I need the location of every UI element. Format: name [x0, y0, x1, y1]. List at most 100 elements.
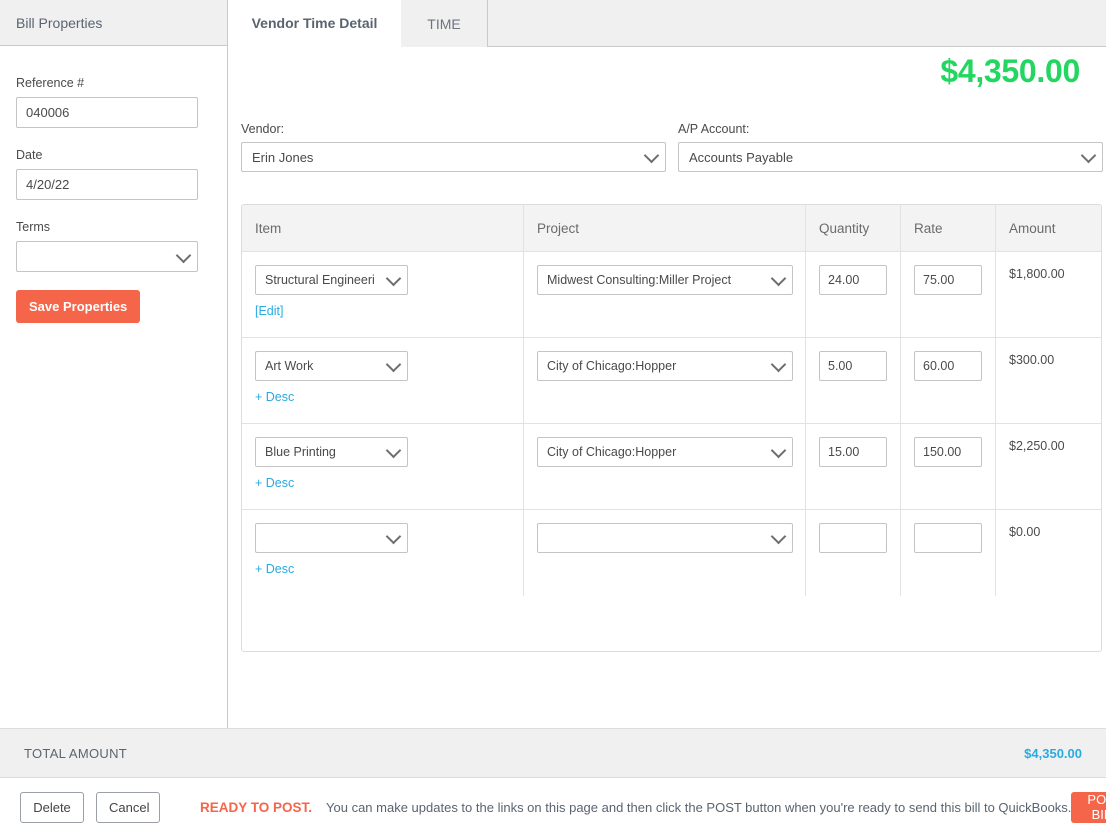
vendor-label: Vendor:: [241, 122, 285, 136]
quantity-input[interactable]: [819, 437, 887, 467]
total-amount-value: $4,350.00: [1024, 745, 1082, 761]
table-row: Art Work + Desc City of Chicago:Hopper $300…: [242, 338, 1101, 424]
column-header-rate: Rate: [901, 205, 996, 251]
cell-quantity: [806, 252, 901, 337]
total-amount-bar: TOTAL AMOUNT $4,350.00: [0, 728, 1106, 778]
project-select[interactable]: Midwest Consulting:Miller Project: [537, 265, 793, 295]
quantity-input[interactable]: [819, 523, 887, 553]
line-items-table: Item Project Quantity Rate Amount Struct…: [241, 204, 1102, 652]
table-rows-host: Structural Engineeri [Edit] Midwest Consul…: [242, 252, 1101, 596]
ap-account-field-group: A/P Account: Accounts Payable: [678, 122, 1103, 172]
tab-vendor-time-detail[interactable]: Vendor Time Detail: [228, 0, 401, 47]
ap-account-label: A/P Account:: [678, 122, 750, 136]
project-select[interactable]: City of Chicago:Hopper: [537, 437, 793, 467]
table-row: + Desc $0.00: [242, 510, 1101, 596]
item-select[interactable]: Art Work: [255, 351, 408, 381]
column-header-item: Item: [242, 205, 524, 251]
post-bill-button[interactable]: POST BILL: [1071, 791, 1106, 823]
chevron-down-icon: [770, 528, 787, 545]
amount-value: $2,250.00: [1009, 439, 1065, 453]
tab-bar: Vendor Time Detail TIME: [228, 0, 1106, 47]
date-label: Date: [16, 148, 43, 162]
item-select[interactable]: Blue Printing: [255, 437, 408, 467]
cell-project: Midwest Consulting:Miller Project: [524, 252, 806, 337]
terms-select[interactable]: [16, 241, 198, 272]
chevron-down-icon: [385, 442, 402, 459]
sidebar-body: Reference # Date Terms Save Properties: [0, 46, 227, 323]
delete-button[interactable]: Delete: [20, 791, 84, 823]
chevron-down-icon: [770, 442, 787, 459]
cell-rate: [901, 510, 996, 596]
item-sublink[interactable]: [Edit]: [255, 304, 284, 318]
item-select[interactable]: Structural Engineeri: [255, 265, 408, 295]
project-select[interactable]: [537, 523, 793, 553]
chevron-down-icon: [643, 147, 660, 164]
sidebar-title: Bill Properties: [16, 14, 103, 31]
column-header-amount: Amount: [1009, 220, 1056, 236]
sidebar-header: Bill Properties: [0, 0, 227, 46]
item-sublink[interactable]: + Desc: [255, 476, 294, 490]
table-footer-band: [242, 596, 1101, 651]
quantity-input[interactable]: [819, 265, 887, 295]
table-row: Blue Printing + Desc City of Chicago:Hoppe…: [242, 424, 1101, 510]
cell-project: City of Chicago:Hopper: [524, 338, 806, 423]
cell-item: Structural Engineeri [Edit]: [242, 252, 524, 337]
chevron-down-icon: [175, 247, 192, 263]
cell-item: Blue Printing + Desc: [242, 424, 524, 509]
date-input[interactable]: [16, 169, 198, 200]
tab-time-label: TIME: [427, 15, 461, 32]
rate-input[interactable]: [914, 437, 982, 467]
rate-input[interactable]: [914, 523, 982, 553]
vendor-select-value: Erin Jones: [252, 149, 314, 165]
cell-amount: $1,800.00: [996, 252, 1101, 337]
tab-vendor-time-detail-label: Vendor Time Detail: [251, 15, 378, 31]
column-header-project: Project: [524, 205, 806, 251]
project-select-value: Midwest Consulting:Miller Project: [547, 273, 732, 287]
column-header-quantity: Quantity: [806, 205, 901, 251]
cell-quantity: [806, 338, 901, 423]
project-select[interactable]: City of Chicago:Hopper: [537, 351, 793, 381]
tab-time[interactable]: TIME: [401, 0, 488, 47]
quantity-input[interactable]: [819, 351, 887, 381]
rate-input[interactable]: [914, 265, 982, 295]
ap-account-select-value: Accounts Payable: [689, 149, 794, 165]
chevron-down-icon: [770, 356, 787, 373]
chevron-down-icon: [385, 528, 402, 545]
cell-item: + Desc: [242, 510, 524, 596]
bill-properties-sidebar: Bill Properties Reference # Date Terms S…: [0, 0, 228, 728]
project-select-value: City of Chicago:Hopper: [547, 359, 677, 373]
item-sublink[interactable]: + Desc: [255, 562, 294, 576]
footer-action-bar: Delete Cancel READY TO POST. You can mak…: [0, 779, 1106, 835]
cancel-button[interactable]: Cancel: [96, 791, 160, 823]
cell-rate: [901, 424, 996, 509]
cell-rate: [901, 338, 996, 423]
grand-total-amount: $4,350.00: [940, 53, 1080, 89]
bill-entry-screen: Bill Properties Reference # Date Terms S…: [0, 0, 1106, 835]
save-properties-button[interactable]: Save Properties: [16, 290, 141, 323]
total-amount-label: TOTAL AMOUNT: [24, 745, 128, 761]
item-sublink[interactable]: + Desc: [255, 390, 294, 404]
reference-number-input[interactable]: [16, 97, 198, 128]
status-message: You can make updates to the links on thi…: [326, 799, 1072, 815]
terms-label: Terms: [16, 220, 51, 234]
chevron-down-icon: [385, 356, 402, 373]
cell-item: Art Work + Desc: [242, 338, 524, 423]
cell-rate: [901, 252, 996, 337]
vendor-field-group: Vendor: Erin Jones: [241, 122, 666, 172]
rate-input[interactable]: [914, 351, 982, 381]
chevron-down-icon: [1080, 147, 1097, 164]
status-badge: READY TO POST.: [200, 799, 313, 815]
reference-number-label: Reference #: [16, 76, 85, 90]
chevron-down-icon: [770, 270, 787, 287]
cell-project: City of Chicago:Hopper: [524, 424, 806, 509]
ap-account-select[interactable]: Accounts Payable: [678, 142, 1103, 172]
cell-project: [524, 510, 806, 596]
table-header-row: Item Project Quantity Rate Amount: [242, 205, 1101, 252]
cell-amount: $2,250.00: [996, 424, 1101, 509]
cell-amount: $300.00: [996, 338, 1101, 423]
table-row: Structural Engineeri [Edit] Midwest Consul…: [242, 252, 1101, 338]
item-select[interactable]: [255, 523, 408, 553]
amount-value: $1,800.00: [1009, 267, 1065, 281]
item-select-value: Blue Printing: [265, 445, 336, 459]
vendor-select[interactable]: Erin Jones: [241, 142, 666, 172]
